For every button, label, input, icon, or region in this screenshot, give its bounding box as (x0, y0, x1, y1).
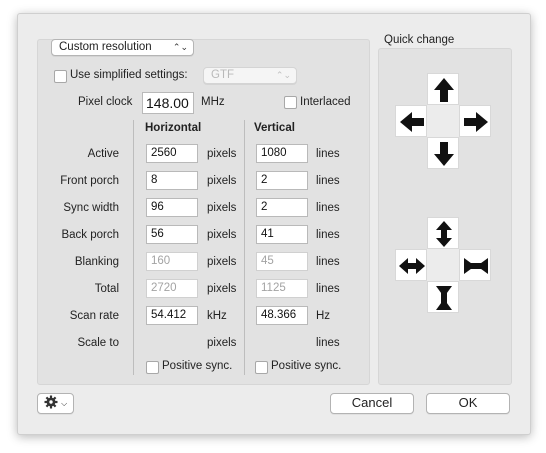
row-label-scale-to: Scale to (77, 337, 119, 349)
shrink-horizontal-button[interactable] (459, 249, 491, 281)
simplified-settings-label: Use simplified settings: (70, 69, 188, 81)
arrow-down-icon (434, 142, 454, 166)
resolution-mode-popup[interactable]: Custom resolution ⌃⌄ (51, 39, 194, 56)
blanking-horizontal-unit: pixels (207, 256, 237, 268)
row-label-back-porch: Back porch (61, 229, 119, 241)
interlaced-checkbox[interactable] (284, 96, 297, 109)
scan-rate-vertical-input[interactable]: 48.366 (256, 306, 308, 325)
horizontal-positive-sync-checkbox[interactable] (146, 361, 159, 374)
blanking-vertical-value: 45 (256, 252, 308, 271)
row-label-front-porch: Front porch (60, 175, 119, 187)
interlaced-label: Interlaced (300, 96, 351, 108)
sync-width-horizontal-unit: pixels (207, 202, 237, 214)
total-vertical-value: 1125 (256, 279, 308, 298)
total-vertical-unit: lines (316, 283, 340, 295)
shrink-vertical-button[interactable] (427, 281, 459, 313)
horizontal-positive-sync-label: Positive sync. (162, 360, 233, 372)
arrow-left-icon (400, 112, 424, 132)
active-horizontal-unit: pixels (207, 148, 237, 160)
back-porch-horizontal-input[interactable]: 56 (146, 225, 198, 244)
move-right-button[interactable] (459, 105, 491, 137)
sync-width-vertical-unit: lines (316, 202, 340, 214)
vertical-positive-sync-label: Positive sync. (271, 360, 342, 372)
expand-horizontal-icon (399, 258, 425, 274)
pixel-clock-unit: MHz (201, 96, 225, 108)
vertical-column-header: Vertical (254, 122, 295, 134)
move-controls (395, 73, 491, 169)
pixel-clock-label: Pixel clock (78, 96, 133, 108)
scale-to-horizontal-unit: pixels (207, 337, 237, 349)
back-porch-horizontal-unit: pixels (207, 229, 237, 241)
move-center-tile (427, 105, 459, 137)
blanking-vertical-unit: lines (316, 256, 340, 268)
updown-chevron-icon: ⌃⌄ (172, 42, 188, 52)
simplified-method-popup[interactable]: GTF ⌃⌄ (203, 67, 297, 84)
row-label-active: Active (87, 148, 119, 160)
row-label-total: Total (94, 283, 119, 295)
row-label-scan-rate: Scan rate (69, 310, 119, 322)
active-vertical-input[interactable]: 1080 (256, 144, 308, 163)
shrink-vertical-icon (436, 286, 452, 310)
front-porch-horizontal-input[interactable]: 8 (146, 171, 198, 190)
total-horizontal-value: 2720 (146, 279, 198, 298)
horizontal-column-divider (133, 120, 134, 375)
expand-vertical-button[interactable] (427, 217, 459, 249)
sync-width-horizontal-input[interactable]: 96 (146, 198, 198, 217)
back-porch-vertical-unit: lines (316, 229, 340, 241)
cancel-button[interactable]: Cancel (330, 393, 414, 414)
move-up-button[interactable] (427, 73, 459, 105)
expand-vertical-icon (436, 221, 452, 247)
shrink-horizontal-icon (464, 258, 488, 274)
front-porch-vertical-input[interactable]: 2 (256, 171, 308, 190)
pixel-clock-input[interactable]: 148.00 (142, 92, 194, 114)
settings-gear-menu-button[interactable]: ⌵ (37, 393, 74, 414)
resize-controls (395, 217, 491, 313)
active-vertical-unit: lines (316, 148, 340, 160)
updown-chevron-icon: ⌃⌄ (275, 70, 291, 80)
vertical-positive-sync-checkbox[interactable] (255, 361, 268, 374)
arrow-right-icon (464, 112, 488, 132)
gear-icon (44, 395, 58, 409)
ok-button[interactable]: OK (426, 393, 510, 414)
blanking-horizontal-value: 160 (146, 252, 198, 271)
expand-horizontal-button[interactable] (395, 249, 427, 281)
front-porch-horizontal-unit: pixels (207, 175, 237, 187)
row-label-sync-width: Sync width (63, 202, 119, 214)
scan-rate-horizontal-unit: kHz (207, 310, 227, 322)
row-label-blanking: Blanking (74, 256, 119, 268)
move-down-button[interactable] (427, 137, 459, 169)
quick-change-title: Quick change (384, 34, 455, 46)
resolution-mode-value: Custom resolution (59, 41, 152, 53)
scan-rate-vertical-unit: Hz (316, 310, 331, 322)
back-porch-vertical-input[interactable]: 41 (256, 225, 308, 244)
simplified-method-value: GTF (211, 69, 234, 81)
move-left-button[interactable] (395, 105, 427, 137)
front-porch-vertical-unit: lines (316, 175, 340, 187)
horizontal-column-header: Horizontal (145, 122, 202, 134)
simplified-settings-checkbox[interactable] (54, 70, 67, 83)
chevron-down-icon: ⌵ (61, 399, 68, 408)
resize-center-tile (427, 249, 459, 281)
arrow-up-icon (434, 78, 454, 102)
vertical-column-divider (244, 120, 245, 375)
custom-resolution-dialog: Quick change Custom resolution ⌃⌄ Use si… (17, 13, 531, 435)
scan-rate-horizontal-input[interactable]: 54.412 (146, 306, 198, 325)
scale-to-vertical-unit: lines (316, 337, 340, 349)
active-horizontal-input[interactable]: 2560 (146, 144, 198, 163)
total-horizontal-unit: pixels (207, 283, 237, 295)
sync-width-vertical-input[interactable]: 2 (256, 198, 308, 217)
